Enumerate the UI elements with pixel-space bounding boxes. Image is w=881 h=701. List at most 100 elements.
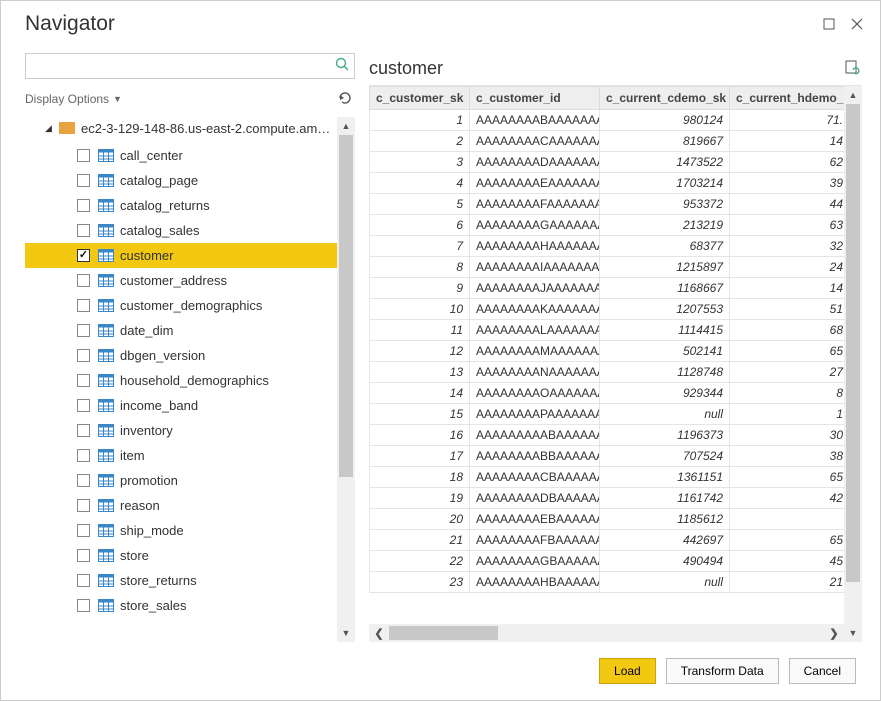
load-button[interactable]: Load [599, 658, 656, 684]
checkbox[interactable] [77, 199, 90, 212]
grid-vscrollbar[interactable]: ▲ ▼ [844, 86, 862, 642]
table-row[interactable]: 9AAAAAAAAJAAAAAAA116866714 [370, 278, 845, 299]
table-row[interactable]: 18AAAAAAAACBAAAAAA136115165 [370, 467, 845, 488]
checkbox[interactable] [77, 549, 90, 562]
close-icon[interactable] [848, 15, 866, 33]
table-row[interactable]: 12AAAAAAAAMAAAAAAA50214165 [370, 341, 845, 362]
grid-hscrollbar[interactable]: ❮ ❯ [369, 624, 844, 642]
preview-refresh-icon[interactable] [844, 59, 862, 77]
table-node-item[interactable]: item [25, 443, 337, 468]
checkbox[interactable] [77, 274, 90, 287]
checkbox[interactable] [77, 449, 90, 462]
tree-scrollbar[interactable]: ▲ ▼ [337, 117, 355, 642]
checkbox[interactable] [77, 149, 90, 162]
checkbox[interactable] [77, 474, 90, 487]
cell: 18 [370, 467, 470, 488]
table-row[interactable]: 8AAAAAAAAIAAAAAAA121589724 [370, 257, 845, 278]
datasource-node[interactable]: ◢ ec2-3-129-148-86.us-east-2.compute.ama… [25, 117, 337, 139]
table-row[interactable]: 23AAAAAAAAHBAAAAAAnull21 [370, 572, 845, 593]
cell: AAAAAAAAGBAAAAAA [470, 551, 600, 572]
hscroll-thumb[interactable] [389, 626, 498, 640]
table-row[interactable]: 2AAAAAAAACAAAAAAA81966714 [370, 131, 845, 152]
refresh-icon[interactable] [337, 90, 355, 108]
checkbox[interactable] [77, 524, 90, 537]
checkbox[interactable] [77, 299, 90, 312]
table-icon [98, 474, 114, 487]
table-node-ship_mode[interactable]: ship_mode [25, 518, 337, 543]
table-node-promotion[interactable]: promotion [25, 468, 337, 493]
scroll-up-icon[interactable]: ▲ [844, 86, 862, 104]
table-node-catalog_returns[interactable]: catalog_returns [25, 193, 337, 218]
table-node-catalog_sales[interactable]: catalog_sales [25, 218, 337, 243]
column-header[interactable]: c_customer_id [470, 87, 600, 110]
column-header[interactable]: c_current_hdemo_sk [730, 87, 845, 110]
cancel-button[interactable]: Cancel [789, 658, 856, 684]
scroll-down-icon[interactable]: ▼ [337, 624, 355, 642]
table-row[interactable]: 7AAAAAAAAHAAAAAAA6837732 [370, 236, 845, 257]
table-row[interactable]: 3AAAAAAAADAAAAAAA147352262 [370, 152, 845, 173]
checkbox[interactable] [77, 174, 90, 187]
table-row[interactable]: 1AAAAAAAABAAAAAAA98012471. [370, 110, 845, 131]
checkbox[interactable] [77, 224, 90, 237]
column-header[interactable]: c_current_cdemo_sk [600, 87, 730, 110]
checkbox[interactable] [77, 349, 90, 362]
table-node-customer_address[interactable]: customer_address [25, 268, 337, 293]
table-node-store_returns[interactable]: store_returns [25, 568, 337, 593]
checkbox[interactable] [77, 499, 90, 512]
table-node-dbgen_version[interactable]: dbgen_version [25, 343, 337, 368]
column-header[interactable]: c_customer_sk [370, 87, 470, 110]
table-row[interactable]: 16AAAAAAAAABAAAAAA119637330 [370, 425, 845, 446]
table-node-catalog_page[interactable]: catalog_page [25, 168, 337, 193]
table-row[interactable]: 19AAAAAAAADBAAAAAA116174242 [370, 488, 845, 509]
table-row[interactable]: 14AAAAAAAAOAAAAAAA9293448 [370, 383, 845, 404]
checkbox[interactable] [77, 399, 90, 412]
table-row[interactable]: 21AAAAAAAAFBAAAAAA44269765 [370, 530, 845, 551]
caret-down-icon[interactable]: ▼ [113, 94, 122, 104]
scroll-track[interactable] [337, 135, 355, 624]
table-row[interactable]: 6AAAAAAAAGAAAAAAA21321963 [370, 215, 845, 236]
scroll-left-icon[interactable]: ❮ [369, 624, 389, 642]
table-row[interactable]: 17AAAAAAAABBAAAAAA70752438 [370, 446, 845, 467]
scroll-down-icon[interactable]: ▼ [844, 624, 862, 642]
transform-button[interactable]: Transform Data [666, 658, 779, 684]
scroll-right-icon[interactable]: ❯ [824, 624, 844, 642]
search-input[interactable] [25, 53, 355, 79]
table-node-household_demographics[interactable]: household_demographics [25, 368, 337, 393]
cell: 6 [370, 215, 470, 236]
checkbox[interactable] [77, 374, 90, 387]
table-node-income_band[interactable]: income_band [25, 393, 337, 418]
table-row[interactable]: 20AAAAAAAAEBAAAAAA1185612 [370, 509, 845, 530]
maximize-icon[interactable] [820, 15, 838, 33]
table-row[interactable]: 15AAAAAAAAPAAAAAAAnull1 [370, 404, 845, 425]
vscroll-track[interactable] [844, 104, 862, 624]
checkbox[interactable] [77, 249, 90, 262]
search-icon[interactable] [335, 57, 349, 74]
cell: AAAAAAAACBAAAAAA [470, 467, 600, 488]
table-row[interactable]: 13AAAAAAAANAAAAAAA112874827 [370, 362, 845, 383]
hscroll-track[interactable] [389, 624, 824, 642]
table-node-customer[interactable]: customer [25, 243, 337, 268]
vscroll-thumb[interactable] [846, 104, 860, 582]
table-node-inventory[interactable]: inventory [25, 418, 337, 443]
checkbox[interactable] [77, 574, 90, 587]
table-node-customer_demographics[interactable]: customer_demographics [25, 293, 337, 318]
table-row[interactable]: 22AAAAAAAAGBAAAAAA49049445 [370, 551, 845, 572]
table-node-reason[interactable]: reason [25, 493, 337, 518]
table-row[interactable]: 11AAAAAAAALAAAAAAA111441568 [370, 320, 845, 341]
table-row[interactable]: 5AAAAAAAAFAAAAAAA95337244 [370, 194, 845, 215]
display-options-label[interactable]: Display Options [25, 92, 109, 106]
cell: 13 [370, 362, 470, 383]
checkbox[interactable] [77, 424, 90, 437]
table-node-date_dim[interactable]: date_dim [25, 318, 337, 343]
table-node-store_sales[interactable]: store_sales [25, 593, 337, 618]
window-title: Navigator [25, 12, 820, 36]
table-icon [98, 324, 114, 337]
checkbox[interactable] [77, 599, 90, 612]
table-row[interactable]: 10AAAAAAAAKAAAAAAA120755351 [370, 299, 845, 320]
table-node-call_center[interactable]: call_center [25, 143, 337, 168]
scroll-up-icon[interactable]: ▲ [337, 117, 355, 135]
scroll-thumb[interactable] [339, 135, 353, 477]
table-row[interactable]: 4AAAAAAAAEAAAAAAA170321439 [370, 173, 845, 194]
table-node-store[interactable]: store [25, 543, 337, 568]
checkbox[interactable] [77, 324, 90, 337]
